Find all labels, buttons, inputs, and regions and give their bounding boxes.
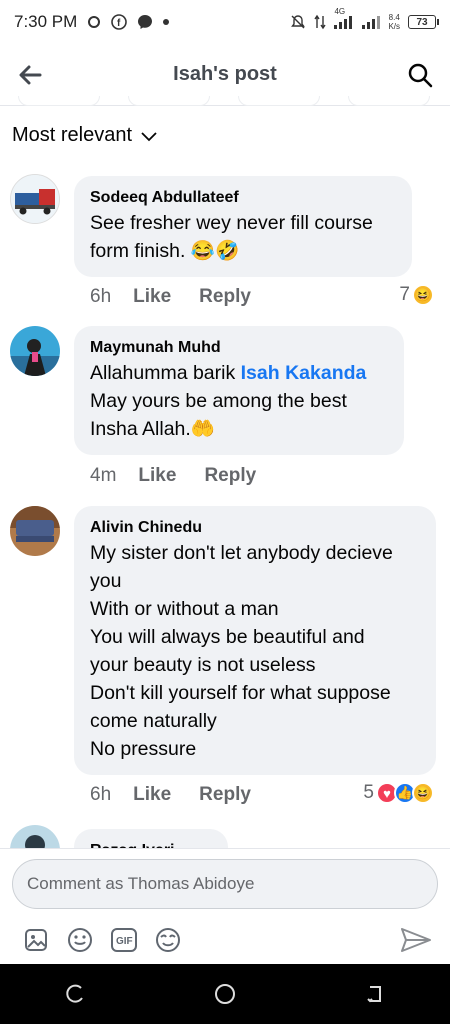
like-button[interactable]: Like (133, 784, 171, 806)
comment-bubble[interactable]: Razaq Iyeri (74, 829, 228, 848)
signal-icon (362, 15, 381, 29)
emoji-button[interactable] (58, 925, 102, 955)
photo-button[interactable] (14, 925, 58, 955)
status-bar: 7:30 PM f 4G 8.4 K/s 73 (0, 0, 450, 44)
comment-time[interactable]: 6h (90, 286, 111, 308)
sort-label: Most relevant (12, 124, 133, 146)
signal-4g-icon: 4G (334, 7, 354, 29)
photo-icon (25, 929, 47, 951)
mention-link[interactable]: Isah Kakanda (241, 362, 367, 384)
reply-button[interactable]: Reply (199, 784, 251, 806)
reaction-summary[interactable]: 5 ♥ 👍 😆 (363, 782, 434, 804)
comment-time[interactable]: 4m (90, 465, 116, 487)
gif-icon: GIF (111, 928, 137, 952)
avatar[interactable] (10, 506, 60, 556)
comment-text: My sister don't let anybody decieve you … (90, 542, 393, 760)
chevron-down-icon (141, 131, 157, 141)
comment-time[interactable]: 6h (90, 784, 111, 806)
home-circle-icon (215, 984, 235, 1004)
send-icon (401, 928, 431, 952)
home-button[interactable] (205, 974, 245, 1014)
comment-text: Allahumma barik Isah Kakanda May yours b… (90, 362, 367, 440)
sort-dropdown[interactable]: Most relevant (12, 124, 158, 147)
comment-list: Sodeeq Abdullateef See fresher wey never… (0, 170, 450, 848)
svg-text:GIF: GIF (116, 936, 133, 947)
messenger-notification-icon (137, 14, 153, 30)
battery-icon: 73 (408, 15, 439, 29)
haha-reaction-icon: 😆 (412, 284, 434, 306)
status-time: 7:30 PM (14, 12, 78, 31)
avatar[interactable] (10, 174, 60, 224)
search-icon (408, 63, 433, 87)
system-navigation-bar (0, 964, 450, 1024)
dot-icon (163, 19, 170, 25)
recents-icon (66, 984, 83, 1003)
comment-bubble[interactable]: Sodeeq Abdullateef See fresher wey never… (74, 176, 412, 277)
like-button[interactable]: Like (138, 465, 176, 487)
like-button[interactable]: Like (133, 286, 171, 308)
commenter-name[interactable]: Alivin Chinedu (90, 517, 420, 539)
page-title: Isah's post (173, 63, 277, 85)
reaction-count: 5 (363, 782, 374, 803)
svg-text:f: f (117, 18, 121, 29)
data-transfer-icon (314, 14, 327, 30)
comment-actions: 4m Like Reply (90, 465, 256, 487)
comment-composer: Comment as Thomas Abidoye GIF (0, 848, 450, 964)
comment-input[interactable]: Comment as Thomas Abidoye (12, 859, 438, 909)
circle-notification-icon (87, 15, 101, 29)
facebook-notification-icon: f (111, 14, 128, 30)
comment-text: See fresher wey never fill course form f… (90, 212, 373, 262)
comment-actions: 6h Like Reply (90, 286, 251, 308)
comment-bubble[interactable]: Alivin Chinedu My sister don't let anybo… (74, 506, 436, 775)
avatar[interactable] (10, 825, 60, 848)
scrolled-filter-chips (0, 96, 450, 106)
avatar[interactable] (10, 326, 60, 376)
back-arrow-icon (19, 65, 42, 84)
recent-apps-button[interactable] (55, 974, 95, 1014)
haha-reaction-icon: 😆 (412, 782, 434, 804)
back-nav-icon (367, 986, 381, 1003)
smiley-icon (68, 928, 92, 952)
commenter-name[interactable]: Maymunah Muhd (90, 337, 388, 359)
avatar-sticker-icon (156, 928, 180, 952)
reaction-count: 7 (399, 284, 410, 305)
muted-bell-icon (290, 14, 306, 30)
commenter-name[interactable]: Sodeeq Abdullateef (90, 187, 396, 209)
comment-actions: 6h Like Reply (90, 784, 251, 806)
composer-toolbar: GIF (14, 925, 438, 955)
reply-button[interactable]: Reply (204, 465, 256, 487)
reply-button[interactable]: Reply (199, 286, 251, 308)
commenter-name[interactable]: Razaq Iyeri (90, 840, 212, 848)
comment-bubble[interactable]: Maymunah Muhd Allahumma barik Isah Kakan… (74, 326, 404, 455)
back-nav-button[interactable] (355, 974, 395, 1014)
network-type: 4G (334, 7, 346, 16)
gif-button[interactable]: GIF (102, 925, 146, 955)
network-speed: 8.4 K/s (388, 13, 400, 31)
send-button[interactable] (394, 925, 438, 955)
avatar-sticker-button[interactable] (146, 925, 190, 955)
reaction-summary[interactable]: 7 😆 (399, 284, 434, 306)
